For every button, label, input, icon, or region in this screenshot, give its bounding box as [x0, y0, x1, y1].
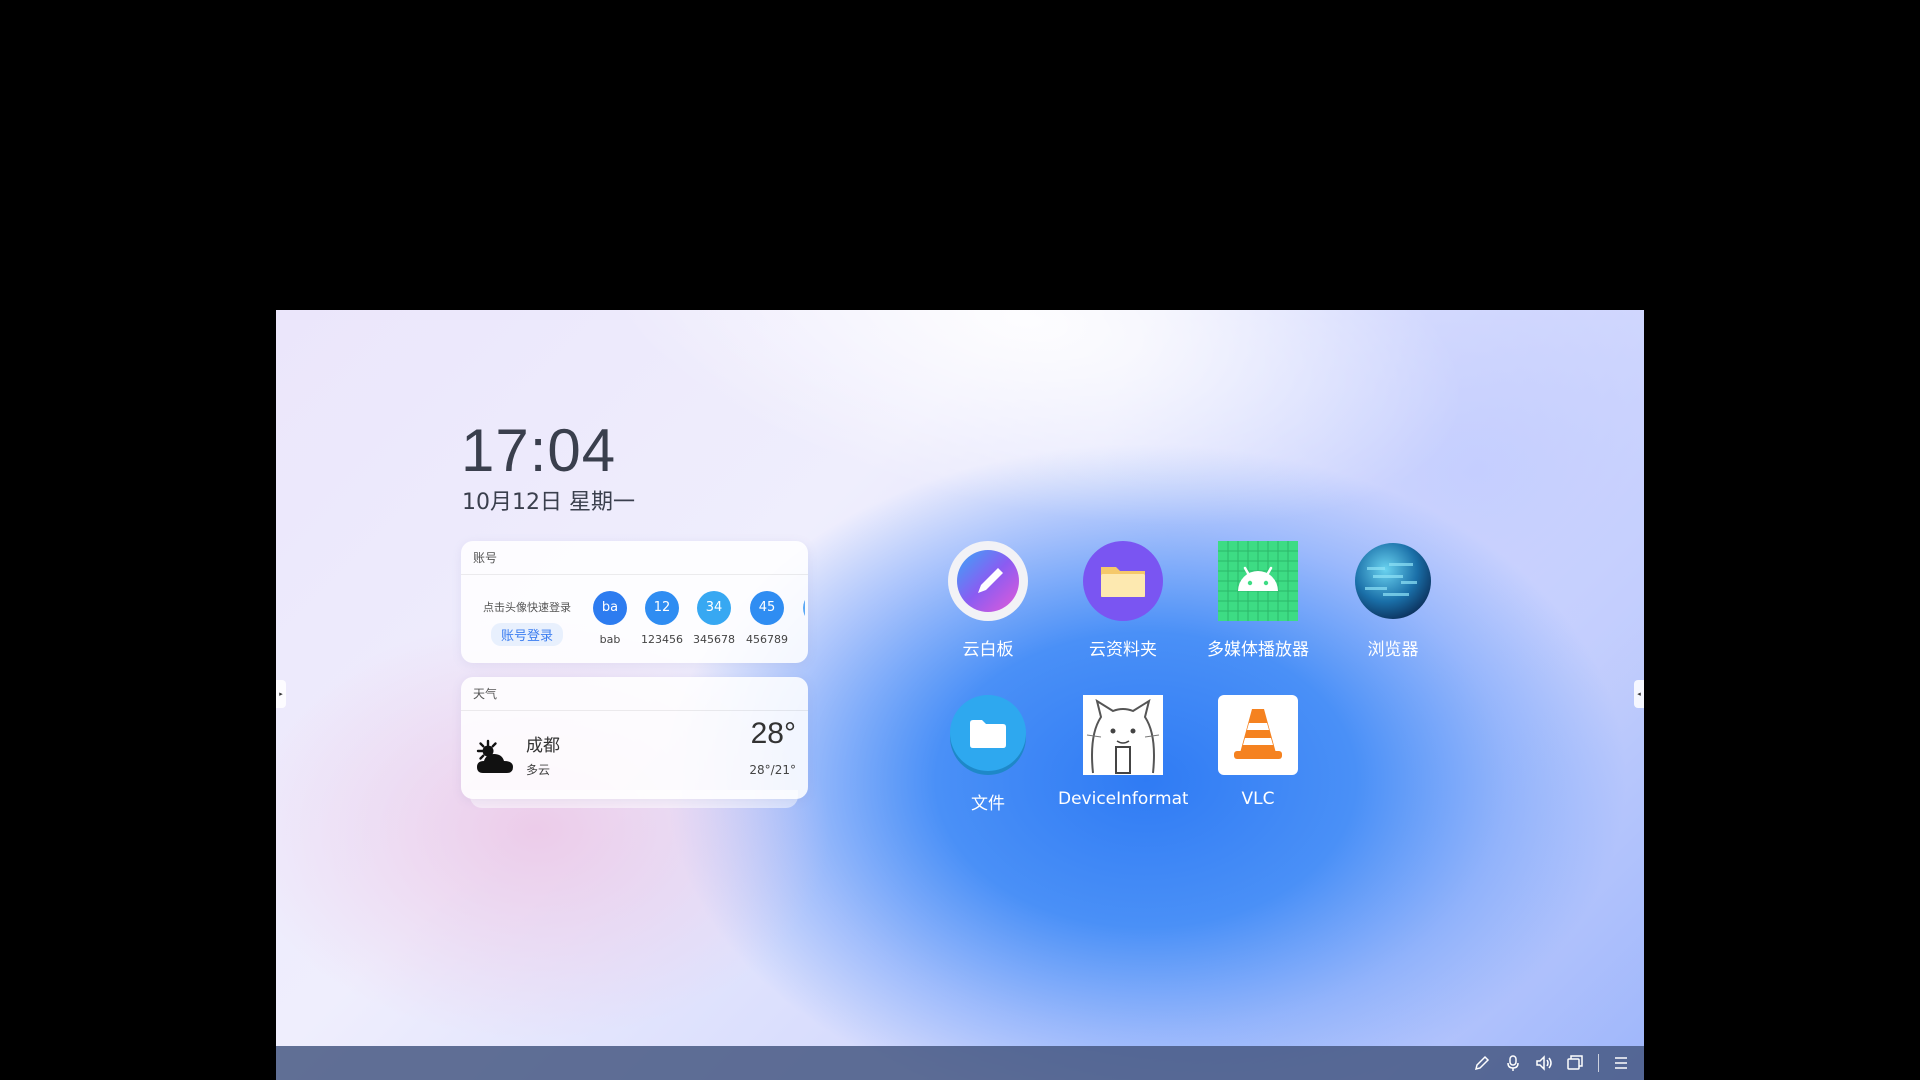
app-label: VLC — [1241, 789, 1275, 809]
account-user-item[interactable]: ba bab — [585, 591, 635, 646]
app-device-information[interactable]: DeviceInformati — [1058, 695, 1188, 809]
vlc-cone-icon[interactable] — [1218, 695, 1298, 775]
partly-cloudy-icon — [473, 737, 517, 781]
menu-icon[interactable] — [1611, 1053, 1631, 1073]
whiteboard-icon[interactable] — [948, 541, 1028, 621]
app-browser[interactable]: 浏览器 — [1328, 541, 1458, 660]
pen-icon[interactable] — [1472, 1053, 1492, 1073]
account-hint: 点击头像快速登录 — [483, 601, 571, 614]
app-vlc[interactable]: VLC — [1193, 695, 1323, 809]
app-label: 文件 — [971, 794, 1005, 814]
microphone-icon[interactable] — [1503, 1053, 1523, 1073]
app-label: 云资料夹 — [1089, 640, 1157, 660]
account-user-item[interactable]: 1 — [795, 591, 805, 646]
cat-doodle-icon[interactable] — [1083, 695, 1163, 775]
weather-condition: 多云 — [526, 763, 551, 777]
account-user-name: 123456 — [641, 633, 683, 646]
weather-widget[interactable]: 天气 成都 多云 28° 28°/21° — [461, 677, 808, 799]
android-icon[interactable] — [1218, 541, 1298, 621]
avatar[interactable]: 34 — [697, 591, 731, 625]
clock-time: 17:04 — [461, 417, 617, 484]
taskbar-divider — [1598, 1054, 1599, 1072]
volume-icon[interactable] — [1534, 1053, 1554, 1073]
weather-temp-range: 28°/21° — [749, 763, 796, 777]
account-user-name: 1 — [795, 633, 805, 646]
globe-icon[interactable] — [1353, 541, 1433, 621]
app-label: 云白板 — [962, 640, 1014, 660]
desktop-screen: 17:04 10月12日 星期一 账号 点击头像快速登录 账号登录 ba bab… — [276, 310, 1644, 1080]
account-login-button[interactable]: 账号登录 — [490, 623, 563, 646]
app-media-player[interactable]: 多媒体播放器 — [1193, 541, 1323, 660]
weather-widget-title: 天气 — [461, 677, 808, 711]
account-user-name: bab — [599, 633, 621, 646]
weather-temperature: 28° — [750, 717, 796, 750]
app-label: 多媒体播放器 — [1207, 640, 1309, 660]
weather-city: 成都 — [526, 736, 560, 756]
avatar[interactable]: 12 — [645, 591, 679, 625]
app-cloud-folder[interactable]: 云资料夹 — [1058, 541, 1188, 660]
cloud-folder-icon[interactable] — [1083, 541, 1163, 621]
taskbar — [276, 1046, 1644, 1080]
app-label: 浏览器 — [1367, 640, 1419, 660]
account-widget-title: 账号 — [461, 541, 808, 575]
avatar[interactable]: ba — [593, 591, 627, 625]
avatar[interactable] — [803, 591, 805, 625]
account-user-item[interactable]: 34 345678 — [689, 591, 739, 646]
account-user-item[interactable]: 45 456789 — [742, 591, 792, 646]
account-user-item[interactable]: 12 123456 — [637, 591, 687, 646]
app-label: DeviceInformati — [1058, 789, 1188, 809]
account-avatar-list: ba bab 12 123456 34 345678 45 456789 1 — [585, 591, 805, 651]
account-login-area: 点击头像快速登录 账号登录 — [479, 599, 575, 646]
account-user-name: 456789 — [746, 633, 788, 646]
clock-date: 10月12日 星期一 — [462, 490, 635, 515]
files-icon[interactable] — [948, 695, 1028, 775]
app-files[interactable]: 文件 — [923, 695, 1053, 814]
avatar[interactable]: 45 — [750, 591, 784, 625]
account-widget: 账号 点击头像快速登录 账号登录 ba bab 12 123456 34 345… — [461, 541, 808, 663]
app-cloud-whiteboard[interactable]: 云白板 — [923, 541, 1053, 660]
account-user-name: 345678 — [693, 633, 735, 646]
left-sidebar-handle[interactable]: ▸ — [276, 680, 286, 708]
windows-icon[interactable] — [1565, 1053, 1585, 1073]
right-sidebar-handle[interactable]: ◂ — [1634, 680, 1644, 708]
